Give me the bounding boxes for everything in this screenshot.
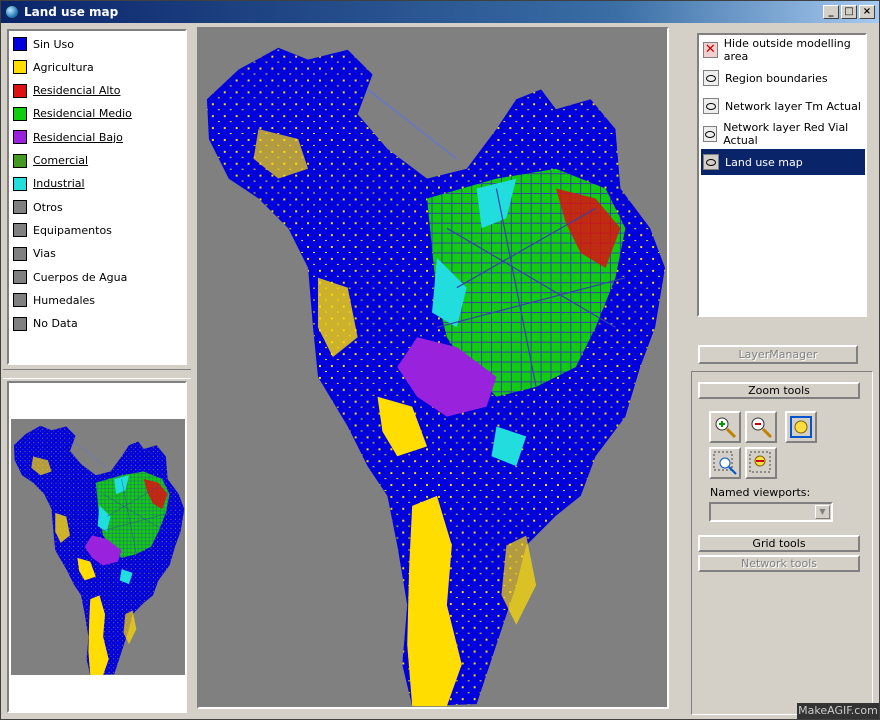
overview-panel <box>7 381 187 713</box>
legend-label[interactable]: Residencial Medio <box>33 107 132 120</box>
zoom-out-icon[interactable] <box>745 411 777 443</box>
layer-item[interactable]: Region boundaries <box>701 65 865 91</box>
land-use-map-window: Land use map _ □ × Sin Uso Agricultura Res… <box>0 0 880 720</box>
legend-item: Agricultura <box>13 58 94 76</box>
named-viewports-label: Named viewports: <box>710 486 811 499</box>
title-bar[interactable]: Land use map _ □ × <box>1 1 879 23</box>
legend-item: Comercial <box>13 152 88 170</box>
legend-swatch <box>13 176 27 191</box>
window-title: Land use map <box>24 5 119 19</box>
legend-label: Agricultura <box>33 60 94 74</box>
layer-label: Network layer Tm Actual <box>725 99 861 113</box>
minimize-button[interactable]: _ <box>823 5 839 19</box>
zoom-extent-icon[interactable] <box>785 411 817 443</box>
legend-item: Residencial Medio <box>13 105 132 123</box>
legend-swatch <box>13 316 27 331</box>
overview-map[interactable] <box>11 419 185 675</box>
globe-icon <box>5 5 19 19</box>
eye-icon[interactable] <box>703 70 719 86</box>
legend-label: No Data <box>33 317 78 331</box>
legend-swatch <box>13 106 27 121</box>
legend-label: Equipamentos <box>33 223 112 237</box>
legend-swatch <box>13 83 27 98</box>
legend-panel: Sin Uso Agricultura Residencial Alto Reside… <box>7 29 187 365</box>
grid-tools-header[interactable]: Grid tools <box>698 535 860 552</box>
close-button[interactable]: × <box>859 5 875 19</box>
legend-label: Vias <box>33 247 56 261</box>
legend-swatch <box>13 200 27 215</box>
layer-manager-button[interactable]: LayerManager <box>698 345 858 364</box>
chevron-down-icon[interactable]: ▼ <box>815 505 830 519</box>
legend-item: Residencial Bajo <box>13 128 123 146</box>
eye-icon[interactable] <box>703 98 719 114</box>
legend-swatch <box>13 246 27 261</box>
zoom-in-icon[interactable] <box>709 411 741 443</box>
zoom-previous-icon[interactable] <box>745 447 777 479</box>
legend-swatch <box>13 293 27 308</box>
legend-swatch <box>13 130 27 145</box>
legend-label[interactable]: Industrial <box>33 177 85 190</box>
horizontal-splitter[interactable] <box>3 369 191 379</box>
legend-item: Residencial Alto <box>13 82 120 100</box>
legend-label[interactable]: Comercial <box>33 154 88 167</box>
legend-label: Cuerpos de Agua <box>33 270 128 284</box>
legend-item: Sin Uso <box>13 35 74 53</box>
legend-swatch <box>13 37 27 51</box>
legend-item: Vias <box>13 245 56 263</box>
legend-item: Cuerpos de Agua <box>13 268 127 286</box>
hide-icon[interactable]: ✕ <box>703 42 718 58</box>
legend-item: Industrial <box>13 175 85 193</box>
legend-item: Equipamentos <box>13 221 112 239</box>
legend-swatch <box>13 223 27 238</box>
zoom-window-icon[interactable] <box>709 447 741 479</box>
layer-item[interactable]: ✕ Hide outside modelling area <box>701 37 865 63</box>
layer-list: ✕ Hide outside modelling area Region bound… <box>697 33 867 317</box>
watermark: MakeAGIF.com <box>797 703 879 719</box>
layer-item[interactable]: Land use map <box>701 149 865 175</box>
legend-swatch <box>13 60 27 75</box>
maximize-button[interactable]: □ <box>841 5 857 19</box>
legend-label[interactable]: Residencial Bajo <box>33 131 123 144</box>
eye-icon[interactable] <box>703 154 719 170</box>
legend-item: Humedales <box>13 291 95 309</box>
named-viewports-select[interactable]: ▼ <box>709 502 833 522</box>
legend-swatch <box>13 153 27 168</box>
legend-label: Sin Uso <box>33 37 75 51</box>
legend-label: Otros <box>33 200 63 214</box>
legend-swatch <box>13 270 27 284</box>
layer-label: Region boundaries <box>725 71 828 85</box>
layer-label: Land use map <box>725 155 803 169</box>
main-map[interactable] <box>197 27 669 709</box>
legend-item: No Data <box>13 315 78 333</box>
legend-label[interactable]: Residencial Alto <box>33 84 120 97</box>
legend-label: Humedales <box>33 293 96 307</box>
legend-item: Otros <box>13 198 63 216</box>
overview-map-image <box>13 425 185 675</box>
land-use-map-image <box>206 46 666 707</box>
layer-item[interactable]: Network layer Tm Actual <box>701 93 865 119</box>
zoom-tools-header[interactable]: Zoom tools <box>698 382 860 399</box>
network-tools-header[interactable]: Network tools <box>698 555 860 572</box>
eye-icon[interactable] <box>703 126 718 142</box>
vertical-splitter[interactable] <box>677 25 687 719</box>
layer-label: Hide outside modelling area <box>723 37 851 63</box>
layer-item[interactable]: Network layer Red Vial Actual <box>701 121 865 147</box>
layer-label: Network layer Red Vial Actual <box>723 121 849 147</box>
